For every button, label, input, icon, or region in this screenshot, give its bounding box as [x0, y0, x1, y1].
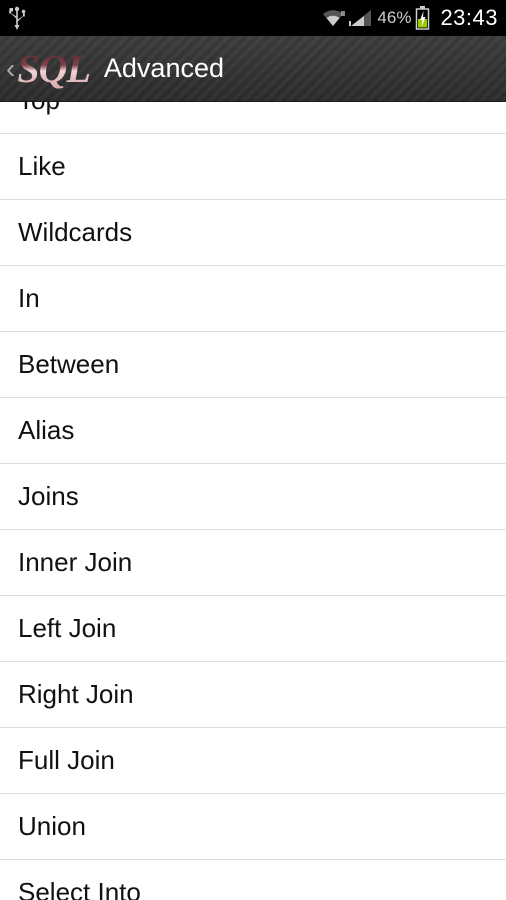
- list-item[interactable]: Union: [0, 794, 506, 860]
- list-item-label: Left Join: [18, 613, 116, 644]
- signal-icon: [349, 8, 371, 28]
- list-item[interactable]: Right Join: [0, 662, 506, 728]
- list-item[interactable]: Like: [0, 134, 506, 200]
- list-item[interactable]: In: [0, 266, 506, 332]
- list-item-label: Alias: [18, 415, 74, 446]
- status-bar: 46% 23:43: [0, 0, 506, 36]
- list-item-label: Top: [18, 102, 60, 116]
- list-item-label: In: [18, 283, 40, 314]
- status-clock: 23:43: [440, 5, 498, 31]
- list-item[interactable]: Alias: [0, 398, 506, 464]
- list-item-label: Like: [18, 151, 66, 182]
- list-item-label: Inner Join: [18, 547, 132, 578]
- list-item[interactable]: Joins: [0, 464, 506, 530]
- list-item-label: Joins: [18, 481, 79, 512]
- wifi-icon: [321, 8, 345, 28]
- app-logo[interactable]: SQL: [17, 49, 90, 89]
- list-item[interactable]: Wildcards: [0, 200, 506, 266]
- list-item-label: Right Join: [18, 679, 134, 710]
- page-title: Advanced: [104, 53, 224, 84]
- list-item[interactable]: Full Join: [0, 728, 506, 794]
- topics-list[interactable]: Top Like Wildcards In Between Alias Join…: [0, 102, 506, 900]
- list-item[interactable]: Top: [0, 102, 506, 134]
- list-item[interactable]: Between: [0, 332, 506, 398]
- back-icon[interactable]: ‹: [6, 53, 15, 85]
- list-item-label: Full Join: [18, 745, 115, 776]
- app-header: ‹ SQL Advanced: [0, 36, 506, 102]
- list-item-label: Select Into: [18, 877, 141, 900]
- list-item[interactable]: Select Into: [0, 860, 506, 900]
- list-item-label: Wildcards: [18, 217, 132, 248]
- battery-charging-icon: [415, 6, 430, 30]
- list-item[interactable]: Inner Join: [0, 530, 506, 596]
- list-item-label: Between: [18, 349, 119, 380]
- list-item-label: Union: [18, 811, 86, 842]
- usb-icon: [8, 5, 26, 31]
- battery-percent: 46%: [377, 8, 411, 28]
- list-item[interactable]: Left Join: [0, 596, 506, 662]
